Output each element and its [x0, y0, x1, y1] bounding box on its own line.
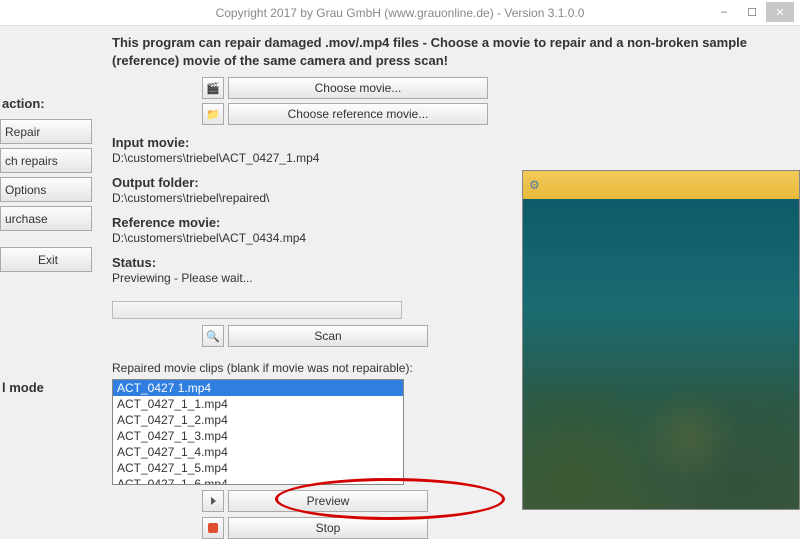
scan-button[interactable]: Scan: [228, 325, 428, 347]
repair-button[interactable]: Repair: [0, 119, 92, 144]
window-buttons: – ☐ ✕: [710, 2, 794, 22]
play-icon: [211, 497, 216, 505]
purchase-button[interactable]: urchase: [0, 206, 92, 231]
input-movie-value: D:\customers\triebel\ACT_0427_1.mp4: [112, 151, 786, 165]
choose-reference-icon-button[interactable]: [202, 103, 224, 125]
close-button[interactable]: ✕: [766, 2, 794, 22]
stop-icon: [208, 523, 218, 533]
mode-label: l mode: [0, 380, 92, 395]
preview-window[interactable]: [522, 170, 800, 510]
magnifier-icon: [206, 330, 220, 343]
list-item[interactable]: ACT_0427_1_1.mp4: [113, 396, 403, 412]
maximize-button[interactable]: ☐: [738, 2, 766, 22]
instructions-text: This program can repair damaged .mov/.mp…: [112, 34, 786, 69]
titlebar-text: Copyright 2017 by Grau GmbH (www.grauonl…: [216, 6, 585, 20]
list-item[interactable]: ACT_0427_1_4.mp4: [113, 444, 403, 460]
stop-icon-button[interactable]: [202, 517, 224, 539]
choose-reference-button[interactable]: Choose reference movie...: [228, 103, 488, 125]
list-item[interactable]: ACT_0427_1_3.mp4: [113, 428, 403, 444]
sidebar: action: Repair ch repairs Options urchas…: [0, 26, 98, 531]
preview-icon-button[interactable]: [202, 490, 224, 512]
preview-titlebar[interactable]: [523, 171, 799, 199]
stop-button[interactable]: Stop: [228, 517, 428, 539]
titlebar: Copyright 2017 by Grau GmbH (www.grauonl…: [0, 0, 800, 26]
section-action-label: action:: [0, 96, 92, 111]
progress-bar: [112, 301, 402, 319]
choose-movie-button[interactable]: Choose movie...: [228, 77, 488, 99]
options-button[interactable]: Options: [0, 177, 92, 202]
list-item[interactable]: ACT_0427_1_6.mp4: [113, 476, 403, 485]
scan-icon-button[interactable]: [202, 325, 224, 347]
choose-movie-icon-button[interactable]: [202, 77, 224, 99]
preview-button[interactable]: Preview: [228, 490, 428, 512]
folder-icon: [206, 108, 220, 121]
repaired-clips-list[interactable]: ACT_0427 1.mp4 ACT_0427_1_1.mp4 ACT_0427…: [112, 379, 404, 485]
gear-icon: [529, 178, 540, 192]
exit-button[interactable]: Exit: [0, 247, 92, 272]
list-item[interactable]: ACT_0427_1_2.mp4: [113, 412, 403, 428]
list-item[interactable]: ACT_0427_1_5.mp4: [113, 460, 403, 476]
minimize-button[interactable]: –: [710, 2, 738, 22]
film-icon: [206, 82, 220, 95]
input-movie-label: Input movie:: [112, 135, 786, 150]
list-item[interactable]: ACT_0427 1.mp4: [113, 380, 403, 396]
preview-video-frame: [523, 199, 799, 509]
batch-repairs-button[interactable]: ch repairs: [0, 148, 92, 173]
